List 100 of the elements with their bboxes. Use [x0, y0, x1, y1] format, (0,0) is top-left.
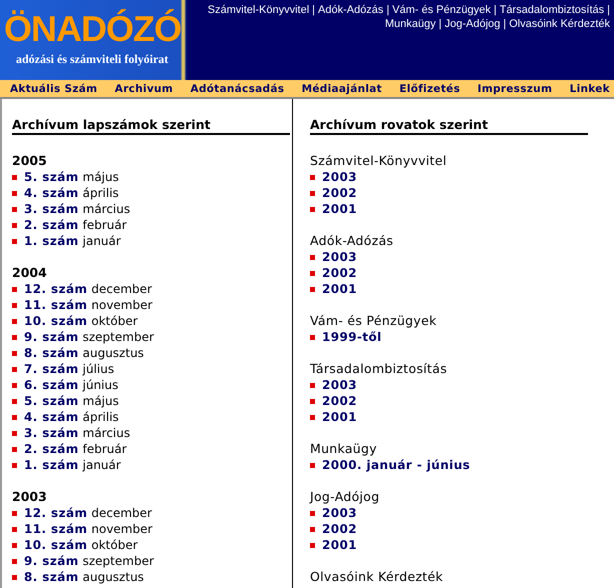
archive-link[interactable]: 2001 — [322, 281, 357, 297]
bullet-icon — [12, 414, 17, 420]
issue-link[interactable]: 2. szám — [24, 441, 79, 457]
bullet-icon — [310, 542, 315, 548]
month-label: október — [91, 313, 138, 329]
issue-link[interactable]: 6. szám — [24, 377, 79, 393]
issue-link[interactable]: 8. szám — [24, 345, 79, 361]
section-heading: Adók-Adózás — [310, 233, 394, 249]
archive-link[interactable]: 2002 — [322, 265, 357, 281]
issue-link[interactable]: 9. szám — [24, 329, 79, 345]
section-link[interactable]: Számvitel-Könyvvitel — [208, 3, 310, 17]
year-heading: 2005 — [12, 153, 48, 169]
bullet-icon — [12, 382, 17, 388]
nav-link[interactable]: Előfizetés — [399, 82, 460, 94]
month-label: május — [82, 393, 119, 409]
nav-link[interactable]: Adótanácsadás — [190, 82, 284, 94]
link-separator: | — [607, 3, 610, 17]
issue-link[interactable]: 10. szám — [24, 537, 88, 553]
issue-link[interactable]: 3. szám — [24, 425, 79, 441]
issue-link[interactable]: 10. szám — [24, 313, 88, 329]
bullet-icon — [12, 558, 17, 564]
month-label: január — [82, 457, 121, 473]
bullet-icon — [12, 366, 17, 372]
bullet-icon — [12, 574, 17, 580]
bullet-icon — [12, 222, 17, 228]
issue-link[interactable]: 11. szám — [24, 297, 88, 313]
issue-link[interactable]: 11. szám — [24, 521, 88, 537]
month-label: május — [82, 169, 119, 185]
archive-link[interactable]: 2003 — [322, 169, 357, 185]
archive-link[interactable]: 1999-től — [322, 329, 382, 345]
month-label: november — [91, 297, 152, 313]
issue-link[interactable]: 4. szám — [24, 185, 79, 201]
archive-link[interactable]: 2003 — [322, 377, 357, 393]
month-label: október — [91, 537, 138, 553]
bullet-icon — [12, 462, 17, 468]
bullet-icon — [12, 446, 17, 452]
section-link[interactable]: Jog-Adójog — [444, 17, 500, 31]
issue-link[interactable]: 5. szám — [24, 169, 79, 185]
archive-link[interactable]: 2001 — [322, 409, 357, 425]
archive-link[interactable]: 2002 — [322, 393, 357, 409]
issue-link[interactable]: 7. szám — [24, 361, 79, 377]
bullet-icon — [310, 190, 315, 196]
issue-link[interactable]: 1. szám — [24, 457, 79, 473]
issue-link[interactable]: 1. szám — [24, 233, 79, 249]
logo-title: ÖNADÓZÓ — [4, 7, 181, 51]
bullet-icon — [12, 430, 17, 436]
archive-link[interactable]: 2003 — [322, 249, 357, 265]
archive-link[interactable]: 2002 — [322, 521, 357, 537]
month-label: augusztus — [82, 569, 144, 585]
nav-link[interactable]: Archivum — [114, 82, 174, 94]
nav-link[interactable]: Impresszum — [478, 82, 552, 94]
bullet-icon — [12, 302, 17, 308]
link-separator: | — [312, 3, 315, 17]
section-link[interactable]: Vám- és Pénzügyek — [392, 3, 491, 17]
month-label: február — [82, 441, 127, 457]
section-link[interactable]: Társadalombiztosítás — [500, 3, 604, 17]
bullet-icon — [12, 174, 17, 180]
issue-link[interactable]: 8. szám — [24, 569, 79, 585]
issue-link[interactable]: 12. szám — [24, 505, 88, 521]
bullet-icon — [310, 206, 315, 212]
bullet-icon — [12, 334, 17, 340]
nav-link[interactable]: Médiaajánlat — [302, 82, 382, 94]
month-label: március — [82, 201, 130, 217]
bullet-icon — [310, 526, 315, 532]
column-heading: Archívum lapszámok szerint — [12, 117, 290, 135]
bullet-icon — [12, 318, 17, 324]
archive-link[interactable]: 2001 — [322, 537, 357, 553]
issue-link[interactable]: 2. szám — [24, 217, 79, 233]
section-heading: Munkaügy — [310, 441, 378, 457]
archive-link[interactable]: 2003 — [322, 505, 357, 521]
archive-link[interactable]: 2001 — [322, 201, 357, 217]
section-link[interactable]: Munkaügy — [384, 17, 436, 31]
month-label: június — [82, 377, 118, 393]
month-label: április — [82, 185, 119, 201]
bullet-icon — [310, 510, 315, 516]
bullet-icon — [310, 286, 315, 292]
archive-link[interactable]: 2002 — [322, 185, 357, 201]
issue-link[interactable]: 5. szám — [24, 393, 79, 409]
month-label: december — [91, 281, 152, 297]
issue-link[interactable]: 12. szám — [24, 281, 88, 297]
bullet-icon — [310, 462, 315, 468]
nav-link[interactable]: Linkek — [570, 82, 610, 94]
month-label: december — [91, 505, 152, 521]
issue-link[interactable]: 9. szám — [24, 553, 79, 569]
month-label: szeptember — [82, 553, 154, 569]
section-heading: Olvasóink Kérdezték — [310, 569, 444, 585]
archive-link[interactable]: 2000. január - június — [322, 457, 470, 473]
section-link[interactable]: Adók-Adózás — [318, 3, 384, 17]
bullet-icon — [12, 190, 17, 196]
bullet-icon — [12, 286, 17, 292]
section-link[interactable]: Olvasóink Kérdezték — [509, 17, 610, 31]
section-heading: Társadalombiztosítás — [310, 361, 448, 377]
bullet-icon — [12, 542, 17, 548]
issue-link[interactable]: 4. szám — [24, 409, 79, 425]
issue-link[interactable]: 3. szám — [24, 201, 79, 217]
logo-subtitle: adózási és számviteli folyóirat — [15, 52, 170, 67]
nav-link[interactable]: Aktuális Szám — [10, 82, 98, 94]
month-label: augusztus — [82, 345, 144, 361]
bullet-icon — [12, 350, 17, 356]
month-label: január — [82, 233, 121, 249]
